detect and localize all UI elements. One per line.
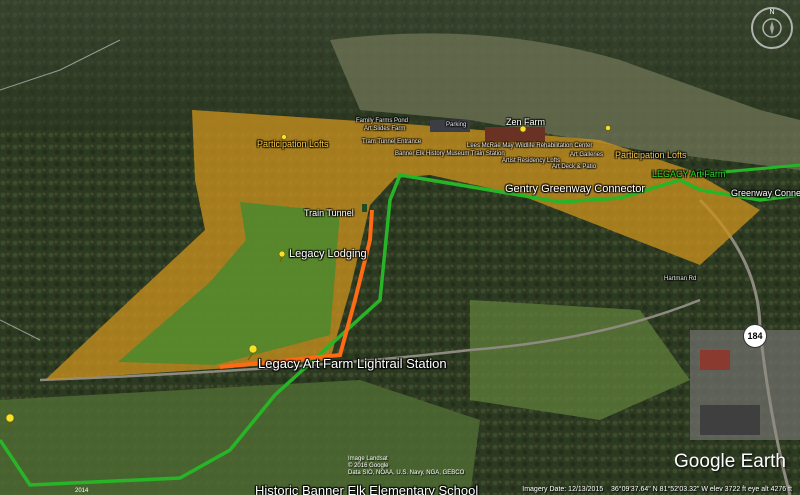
label-zen-farm: Zen Farm [506,117,546,127]
label-family-farms-pond: Family Farms Pond [356,118,409,124]
imagery-credits: Image Landsat © 2016 Google Data SIO, NO… [348,456,464,477]
credit-line: Data SIO, NOAA, U.S. Navy, NGA, GEBCO [348,470,465,476]
google-earth-logo: Google Earth [674,451,786,472]
label-art-galleries: Art Galleries [570,152,604,158]
label-art-slides-farm: Art Slides Farm [364,126,406,132]
label-road: Hartman Rd [664,276,697,282]
credit-line: © 2016 Google [348,463,389,469]
label-history-museum: Banner Elk History Museum Train Station [395,151,505,157]
label-participation-lofts-east: Participation Lofts [615,150,687,160]
label-lees-mcrae: Lees McRae May Wildlife Rehabilitation C… [467,143,593,149]
coordinates-readout: 36°09'37.64" N 81°52'03.32" W elev 3722 … [611,486,792,493]
label-tram-tunnel-entrance: Tram Tunnel Entrance [362,139,422,145]
label-train-tunnel: Train Tunnel [304,208,354,218]
label-parking: Parking [446,122,467,128]
label-participation-lofts: Participation Lofts [257,139,329,149]
svg-text:N: N [769,9,774,16]
route-shield: 184 [743,324,767,348]
imagery-date: Imagery Date: 12/13/2015 [522,486,604,493]
credit-line: Image Landsat [348,456,388,462]
status-bar: Imagery Date: 12/13/2015 36°09'37.64" N … [0,484,800,495]
label-lightrail-station: Legacy Art Farm Lightrail Station [258,356,447,371]
tunnel-marker [362,204,367,212]
label-art-deck: Art Deck & Patio [552,164,597,170]
compass-icon[interactable]: N [750,6,794,50]
label-gentry-connector: Gentry Greenway Connector [505,183,646,195]
label-legacy-art-farm: LEGACY Art Farm [652,169,726,179]
satellite-map[interactable] [0,0,800,495]
map-viewport[interactable]: Participation Lofts Participation Lofts … [0,0,800,495]
label-legacy-lodging: Legacy Lodging [289,248,367,260]
label-greenway-connector: Greenway Connecto [731,188,800,198]
